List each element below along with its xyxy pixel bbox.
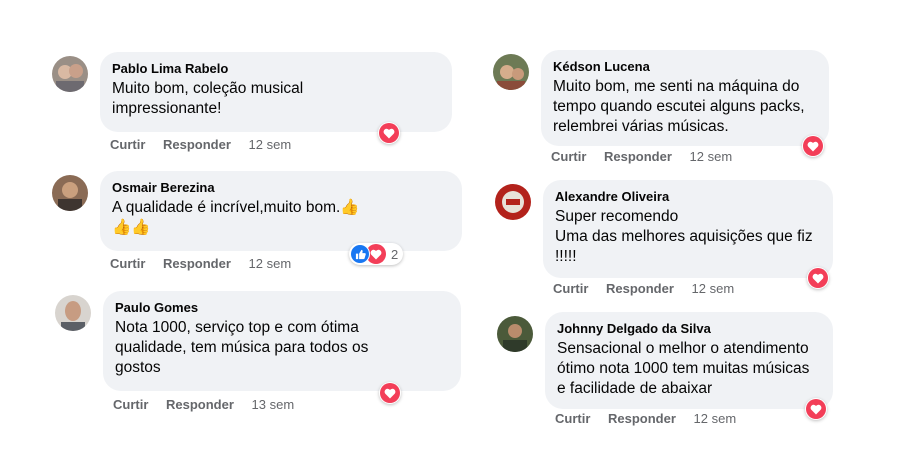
comment-text: Muito bom, coleção musical impressionant… [112,79,440,119]
comment-actions: Curtir Responder 12 sem [110,256,291,271]
love-icon [803,136,823,156]
comment-actions: Curtir Responder 12 sem [551,149,732,164]
like-button[interactable]: Curtir [553,281,588,296]
comment-text-line: e facilidade de abaixar [557,380,713,397]
love-icon [380,383,400,403]
comment-text-line: 👍👍 [112,219,151,236]
avatar[interactable] [497,316,533,352]
comment-author[interactable]: Pablo Lima Rabelo [112,60,440,77]
comment-text-line: gostos [115,359,161,376]
avatar[interactable] [52,56,88,92]
reaction-count: 2 [391,246,399,262]
avatar[interactable] [493,54,529,90]
like-button[interactable]: Curtir [551,149,586,164]
comment-author[interactable]: Paulo Gomes [115,299,449,316]
comment-text-line: tempo quando escutei alguns packs, [553,98,805,115]
comment-text-line: qualidade, tem música para todos os [115,339,369,356]
comment-text-line: Super recomendo [555,208,679,225]
avatar[interactable] [52,175,88,211]
comment-timestamp[interactable]: 12 sem [249,137,292,152]
comment-text-line: Sensacional o melhor o atendimento [557,340,809,357]
comment-text-line: Uma das melhores aquisições que fiz [555,228,813,245]
comment-text: A qualidade é incrível,muito bom.👍 👍👍 [112,198,450,238]
comment-text-line: Muito bom, coleção musical [112,80,304,97]
like-button[interactable]: Curtir [110,137,145,152]
avatar[interactable] [495,184,531,220]
reaction-summary[interactable] [807,267,829,289]
comment-text-line: relembrei várias músicas. [553,118,729,135]
like-icon [350,244,370,264]
comment-text-line: Nota 1000, serviço top e com ótima [115,319,359,336]
like-button[interactable]: Curtir [110,256,145,271]
comment-author[interactable]: Osmair Berezina [112,179,450,196]
comment-bubble: Alexandre Oliveira Super recomendo Uma d… [543,180,833,278]
comment-author[interactable]: Alexandre Oliveira [555,188,821,205]
comment-bubble: Johnny Delgado da Silva Sensacional o me… [545,312,833,409]
reply-button[interactable]: Responder [166,397,234,412]
comment-text-line: A qualidade é incrível,muito bom.👍 [112,199,360,216]
love-icon [808,268,828,288]
reply-button[interactable]: Responder [604,149,672,164]
reaction-summary[interactable]: 2 [349,243,404,265]
comment-timestamp[interactable]: 12 sem [249,256,292,271]
comment-bubble: Kédson Lucena Muito bom, me senti na máq… [541,50,829,146]
comment-text-line: ótimo nota 1000 tem muitas músicas [557,360,810,377]
reaction-summary[interactable] [379,382,401,404]
like-button[interactable]: Curtir [555,411,590,426]
comment-bubble: Pablo Lima Rabelo Muito bom, coleção mus… [100,52,452,132]
like-button[interactable]: Curtir [113,397,148,412]
comment-text-line: impressionante! [112,100,222,117]
comment-author[interactable]: Kédson Lucena [553,58,817,75]
comment-actions: Curtir Responder 12 sem [110,137,291,152]
comment-author[interactable]: Johnny Delgado da Silva [557,320,821,337]
comment-text: Muito bom, me senti na máquina do tempo … [553,77,817,137]
reaction-summary[interactable] [805,398,827,420]
comment-timestamp[interactable]: 12 sem [694,411,737,426]
comment-actions: Curtir Responder 13 sem [113,397,294,412]
comment-text: Sensacional o melhor o atendimento ótimo… [557,339,821,399]
comment-text: Nota 1000, serviço top e com ótima quali… [115,318,449,378]
reply-button[interactable]: Responder [163,256,231,271]
love-icon [379,123,399,143]
love-icon [806,399,826,419]
comment-actions: Curtir Responder 12 sem [555,411,736,426]
comment-text: Super recomendo Uma das melhores aquisiç… [555,207,821,267]
comment-timestamp[interactable]: 12 sem [692,281,735,296]
comment-text-line: !!!!! [555,248,577,265]
reply-button[interactable]: Responder [606,281,674,296]
reaction-summary[interactable] [378,122,400,144]
comment-timestamp[interactable]: 13 sem [252,397,295,412]
comment-actions: Curtir Responder 12 sem [553,281,734,296]
reply-button[interactable]: Responder [163,137,231,152]
comment-text-line: Muito bom, me senti na máquina do [553,78,800,95]
reply-button[interactable]: Responder [608,411,676,426]
reaction-summary[interactable] [802,135,824,157]
comment-bubble: Osmair Berezina A qualidade é incrível,m… [100,171,462,251]
comment-bubble: Paulo Gomes Nota 1000, serviço top e com… [103,291,461,391]
avatar[interactable] [55,295,91,331]
comment-timestamp[interactable]: 12 sem [690,149,733,164]
